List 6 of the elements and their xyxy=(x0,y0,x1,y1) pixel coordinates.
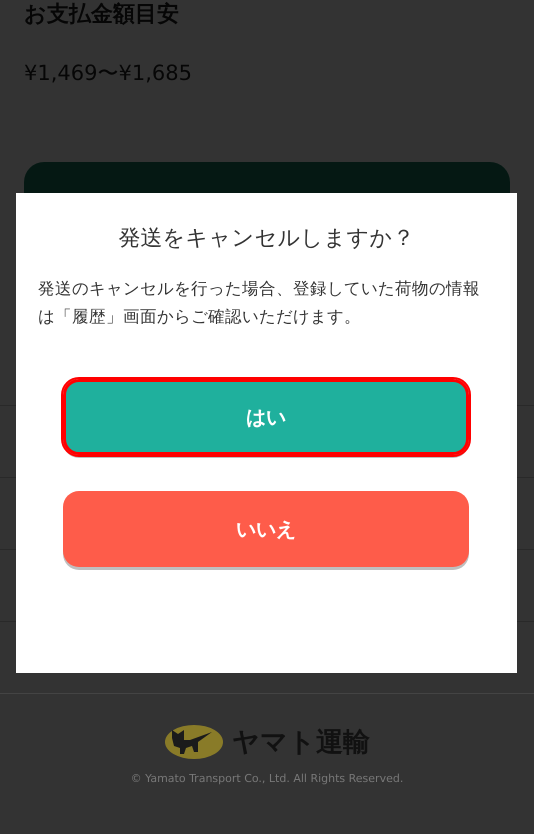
cat-logo-icon xyxy=(164,724,224,760)
yes-button[interactable]: はい xyxy=(63,379,469,455)
dialog-message: 発送のキャンセルを行った場合、登録していた荷物の情報は「履歴」画面からご確認いただけます。 xyxy=(38,278,481,328)
dialog-title: 発送をキャンセルしますか？ xyxy=(118,225,416,253)
copyright-text: © Yamato Transport Co., Ltd. All Rights Reserved. xyxy=(130,772,404,785)
no-button[interactable]: いいえ xyxy=(63,491,469,567)
